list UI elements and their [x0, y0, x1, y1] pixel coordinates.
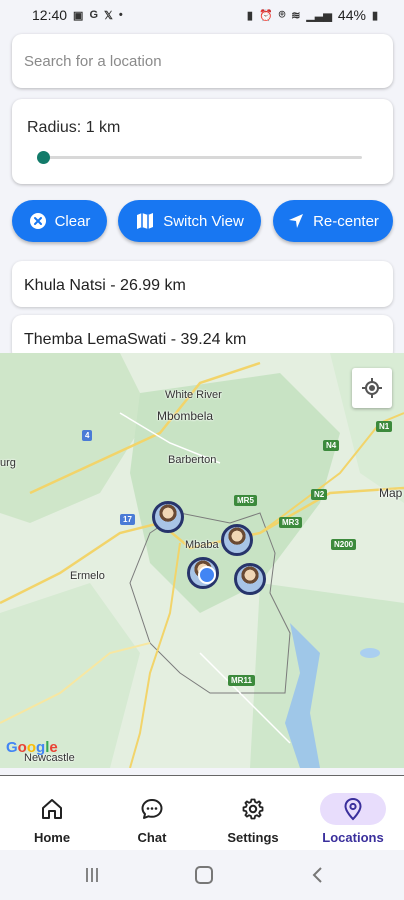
recent-apps-icon[interactable]: [84, 867, 100, 883]
nav-settings[interactable]: Settings: [203, 776, 303, 851]
alarm-icon: ⏰: [258, 9, 273, 22]
my-location-button[interactable]: [352, 368, 392, 408]
radius-slider-track[interactable]: [42, 156, 362, 159]
radius-card: Radius: 1 km: [12, 99, 393, 184]
map-label-maputo: Map: [379, 486, 403, 500]
nav-chat-label: Chat: [137, 830, 167, 845]
nav-chat[interactable]: Chat: [102, 776, 202, 851]
gallery-notification-icon: ▣: [73, 9, 84, 22]
current-location-dot: [198, 566, 216, 584]
road-shield: N4: [323, 440, 340, 451]
nav-chat-icon-wrap: [127, 793, 177, 825]
battery-percent: 44%: [337, 7, 366, 23]
location-status-icon: ⌾: [278, 8, 286, 21]
map-label-mbombela: Mbombela: [157, 409, 214, 423]
location-list-item-label: Themba LemaSwati - 39.24 km: [24, 331, 247, 348]
road-shield: N1: [376, 421, 393, 432]
map-view[interactable]: White River Mbombela Barberton Mbaba Erm…: [0, 353, 404, 768]
google-logo: Google: [6, 739, 58, 756]
home-icon: [42, 799, 62, 819]
map-label-barberton: Barberton: [168, 454, 217, 466]
location-list-item-label: Khula Natsi - 26.99 km: [24, 277, 186, 294]
switch-view-button[interactable]: Switch View: [118, 200, 261, 242]
nav-settings-icon-wrap: [228, 793, 278, 825]
recenter-button[interactable]: Re-center: [273, 200, 393, 242]
map-label-ermelo: Ermelo: [70, 570, 105, 582]
map-label-city-partial: urg: [0, 457, 16, 469]
nav-locations-icon-wrap: [320, 793, 386, 825]
back-icon[interactable]: [310, 866, 326, 884]
status-time: 12:40: [32, 7, 68, 23]
road-shield: MR5: [234, 495, 257, 506]
road-shield: MR3: [279, 517, 302, 528]
wifi-icon: ≋: [291, 9, 301, 22]
bottom-navigation: Home Chat Settings Locations: [0, 775, 404, 850]
road-shield: 17: [120, 514, 135, 525]
x-notification-icon: 𝕏: [104, 9, 113, 22]
clear-button[interactable]: Clear: [12, 200, 107, 242]
location-search-input[interactable]: [12, 34, 393, 88]
clear-icon: [29, 213, 46, 229]
nav-settings-label: Settings: [227, 830, 279, 845]
radius-label: Radius: 1 km: [27, 119, 121, 136]
search-card: [12, 34, 393, 88]
clear-button-label: Clear: [54, 212, 91, 230]
recenter-label: Re-center: [313, 212, 379, 230]
road-shield: N2: [311, 489, 328, 500]
signal-icon: ▁▃▅: [306, 9, 332, 22]
map-icon: [137, 213, 154, 229]
nav-home-label: Home: [33, 830, 71, 845]
gear-icon: [242, 798, 264, 820]
home-system-icon[interactable]: [195, 866, 213, 884]
nav-locations-label: Locations: [322, 830, 384, 845]
battery-icon: ▮: [371, 9, 378, 22]
chat-icon: [141, 799, 163, 819]
map-marker-avatar[interactable]: [152, 501, 184, 533]
status-bar: 12:40 ▣ G 𝕏 • ▮ ⏰ ⌾ ≋ ▁▃▅ 44% ▮: [0, 0, 404, 30]
radius-slider-thumb[interactable]: [37, 151, 50, 164]
switch-view-label: Switch View: [163, 212, 244, 230]
map-label-mbabane: Mbaba: [185, 539, 219, 551]
more-notifications-icon: •: [118, 9, 123, 21]
system-navigation-bar: [0, 850, 404, 900]
nav-home-icon-wrap: [27, 793, 77, 825]
location-list-item[interactable]: Khula Natsi - 26.99 km: [12, 261, 393, 307]
road-shield: MR11: [228, 675, 255, 686]
map-marker-avatar[interactable]: [221, 524, 253, 556]
road-shield: N200: [331, 539, 357, 550]
map-marker-avatar[interactable]: [234, 563, 266, 595]
road-shield: 4: [82, 430, 93, 441]
navigation-arrow-icon: [289, 214, 304, 228]
nav-home[interactable]: Home: [2, 776, 102, 851]
map-label-white-river: White River: [165, 389, 222, 401]
location-pin-icon: [344, 797, 362, 821]
my-location-icon: [362, 378, 382, 398]
google-notification-icon: G: [89, 9, 99, 21]
nav-locations[interactable]: Locations: [303, 776, 403, 851]
lock-icon: ▮: [246, 9, 253, 22]
